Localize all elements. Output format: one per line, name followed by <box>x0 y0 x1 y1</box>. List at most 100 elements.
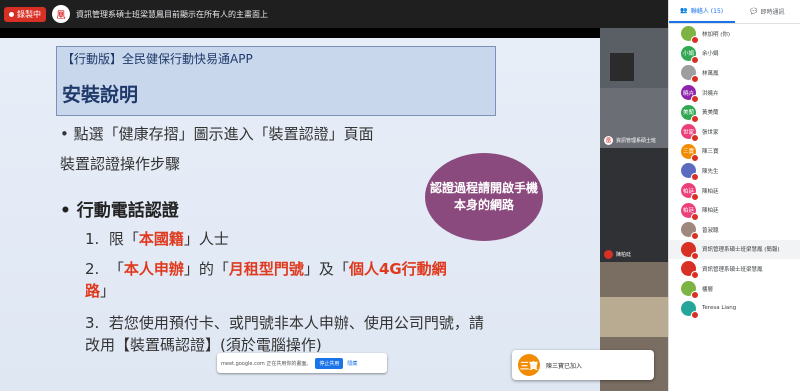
item-text: 」人士 <box>183 230 229 248</box>
participant-row[interactable]: 小娟 余小娟 <box>669 44 800 64</box>
item-highlight: 本國籍 <box>138 230 184 248</box>
participant-name: 曾淑聰 <box>702 227 719 234</box>
panel-tabs: 👥 聯絡人 (15) 💬 即時通訊 <box>669 0 800 24</box>
participant-avatar: 世家 <box>681 124 699 143</box>
slide-bullet-2: 裝置認證操作步驟 <box>60 155 181 173</box>
sharing-text: meet.google.com 正在共用你的畫面。 <box>221 360 312 367</box>
side-panel: 👥 聯絡人 (15) 💬 即時通訊 林加明 (你) 小娟 余小娟 林萬鳳 曉卉 洪曉卉 美蘭… <box>668 0 800 391</box>
toast-avatar: 三寶 <box>518 354 540 376</box>
participant-name: 林加明 (你) <box>702 31 731 38</box>
participant-name: 洪曉卉 <box>702 90 719 97</box>
slide-subtitle: 【行動版】全民健保行動快易通APP <box>62 52 253 66</box>
tile-avatar <box>604 250 613 259</box>
participant-name: 陳三寶 <box>702 149 719 156</box>
callout-bubble: 認證過程請開啟手機本身的網路 <box>425 153 543 241</box>
participant-row[interactable]: 曾淑聰 <box>669 220 800 241</box>
item-number: 2. <box>85 260 100 278</box>
participant-avatar: 三寶 <box>681 143 699 162</box>
join-notification: 三寶 陳三寶已加入 <box>512 350 654 380</box>
participant-name: 余小娟 <box>702 51 719 58</box>
tile-name: 資訊管理系碩士班 <box>616 138 657 144</box>
participant-row[interactable]: 陳先生 <box>669 161 800 182</box>
tile-label: 陳柏廷 <box>604 250 631 259</box>
participant-avatar <box>681 241 699 260</box>
participant-avatar <box>681 300 699 319</box>
recording-label: 錄製中 <box>17 9 41 19</box>
tab-chat-label: 即時通訊 <box>760 9 785 16</box>
participant-avatar <box>681 261 699 280</box>
item-text: 「 <box>108 260 124 278</box>
participant-name: 黃美蘭 <box>702 110 719 117</box>
participant-avatar <box>681 222 699 241</box>
participant-row[interactable]: 柏廷 陳柏廷 <box>669 181 800 202</box>
participant-row[interactable]: 美蘭 黃美蘭 <box>669 102 800 123</box>
participant-name: 資訊管理系碩士班梁慧鳳 <box>702 266 763 273</box>
participant-avatar: 曉卉 <box>681 85 699 104</box>
item-text: 」的「 <box>183 260 229 278</box>
participant-list: 林加明 (你) 小娟 余小娟 林萬鳳 曉卉 洪曉卉 美蘭 黃美蘭 世家 張世家 三寶 陳三寶 陳先生 柏廷… <box>669 24 800 319</box>
meet-window: 錄製中 凰 資訊管理系碩士班梁慧鳳目前顯示在所有人的主畫面上 【行動版】全民健保… <box>0 0 800 391</box>
slide-bullet-1: • 點選「健康存摺」圖示進入「裝置認證」頁面 <box>60 125 374 143</box>
item-text: 」 <box>100 282 116 300</box>
slide-bullet-3: • 行動電話認證 <box>60 201 179 221</box>
participant-name: 陳柏廷 <box>702 188 719 195</box>
tile-label: 凰 資訊管理系碩士班 <box>604 136 656 145</box>
video-tile-3[interactable]: 陳柏廷 <box>600 148 668 262</box>
video-tile-2[interactable]: 凰 資訊管理系碩士班 <box>600 88 668 148</box>
item-text: 限「 <box>108 230 139 248</box>
slide-item-2: 2. 「本人申辦」的「月租型門號」及「個人4G行動網路」 <box>85 258 465 302</box>
participant-avatar: 美蘭 <box>681 104 699 123</box>
sharing-banner: meet.google.com 正在共用你的畫面。 停止共用 隱藏 <box>217 353 387 373</box>
participant-name: 張世家 <box>702 129 719 136</box>
participant-name: 資訊管理系碩士班梁慧鳳 (簡報) <box>702 247 780 254</box>
participant-avatar <box>681 281 699 300</box>
chat-icon: 💬 <box>750 8 758 15</box>
recording-badge: 錄製中 <box>4 6 46 22</box>
tile-video-content <box>600 297 668 337</box>
tab-chat[interactable]: 💬 即時通訊 <box>735 0 800 23</box>
participant-avatar <box>681 163 699 182</box>
main-stage: 【行動版】全民健保行動快易通APP 安裝說明 • 點選「健康存摺」圖示進入「裝置… <box>0 28 600 391</box>
participant-name: 陳柏廷 <box>702 208 719 215</box>
item-highlight: 本人申辦 <box>123 260 184 278</box>
participant-avatar <box>681 65 699 84</box>
participant-name: 樓層 <box>702 286 714 293</box>
participant-row[interactable]: 資訊管理系碩士班梁慧鳳 (簡報) <box>669 239 800 260</box>
item-highlight: 月租型門號 <box>228 260 304 278</box>
participant-avatar: 小娟 <box>681 45 699 64</box>
slide-heading: 安裝說明 <box>62 84 139 106</box>
participant-row[interactable]: Teresa Liang <box>669 298 800 319</box>
participant-row[interactable]: 柏廷 陳柏廷 <box>669 200 800 221</box>
participant-name: Teresa Liang <box>702 305 737 312</box>
participant-avatar <box>681 26 699 45</box>
item-text: 」及「 <box>303 260 349 278</box>
pin-badge-icon <box>691 310 699 319</box>
video-tile-1[interactable] <box>600 28 668 88</box>
presenter-title: 資訊管理系碩士班梁慧鳳目前顯示在所有人的主畫面上 <box>76 9 268 19</box>
participant-avatar: 柏廷 <box>681 183 699 202</box>
recording-dot-icon <box>9 11 14 17</box>
item-number: 3. <box>85 314 100 332</box>
presenter-bar: 錄製中 凰 資訊管理系碩士班梁慧鳳目前顯示在所有人的主畫面上 <box>0 0 668 28</box>
participant-row[interactable]: 資訊管理系碩士班梁慧鳳 <box>669 259 800 280</box>
item-number: 1. <box>85 230 100 248</box>
participant-name: 林萬鳳 <box>702 70 719 77</box>
participant-row[interactable]: 曉卉 洪曉卉 <box>669 83 800 104</box>
presentation-slide: 【行動版】全民健保行動快易通APP 安裝說明 • 點選「健康存摺」圖示進入「裝置… <box>0 38 600 391</box>
participant-name: 陳先生 <box>702 168 719 175</box>
tile-name: 陳柏廷 <box>616 252 632 258</box>
hide-banner-button[interactable]: 隱藏 <box>347 360 357 367</box>
slide-item-1: 1. 限「本國籍」人士 <box>85 228 229 250</box>
participant-row[interactable]: 林加明 (你) <box>669 24 800 45</box>
participant-avatar: 柏廷 <box>681 202 699 221</box>
participant-row[interactable]: 三寶 陳三寶 <box>669 142 800 162</box>
tab-people[interactable]: 👥 聯絡人 (15) <box>669 0 735 23</box>
slide-item-3: 3. 若您使用預付卡、或門號非本人申辦、使用公司門號，請改用【裝置碼認證】(須於… <box>85 312 495 356</box>
toast-text: 陳三寶已加入 <box>546 362 583 370</box>
tile-avatar: 凰 <box>604 136 613 145</box>
participant-row[interactable]: 樓層 <box>669 279 800 300</box>
participant-row[interactable]: 世家 張世家 <box>669 122 800 143</box>
stop-sharing-button[interactable]: 停止共用 <box>315 357 344 369</box>
participant-row[interactable]: 林萬鳳 <box>669 63 800 84</box>
presenter-avatar: 凰 <box>52 5 70 23</box>
